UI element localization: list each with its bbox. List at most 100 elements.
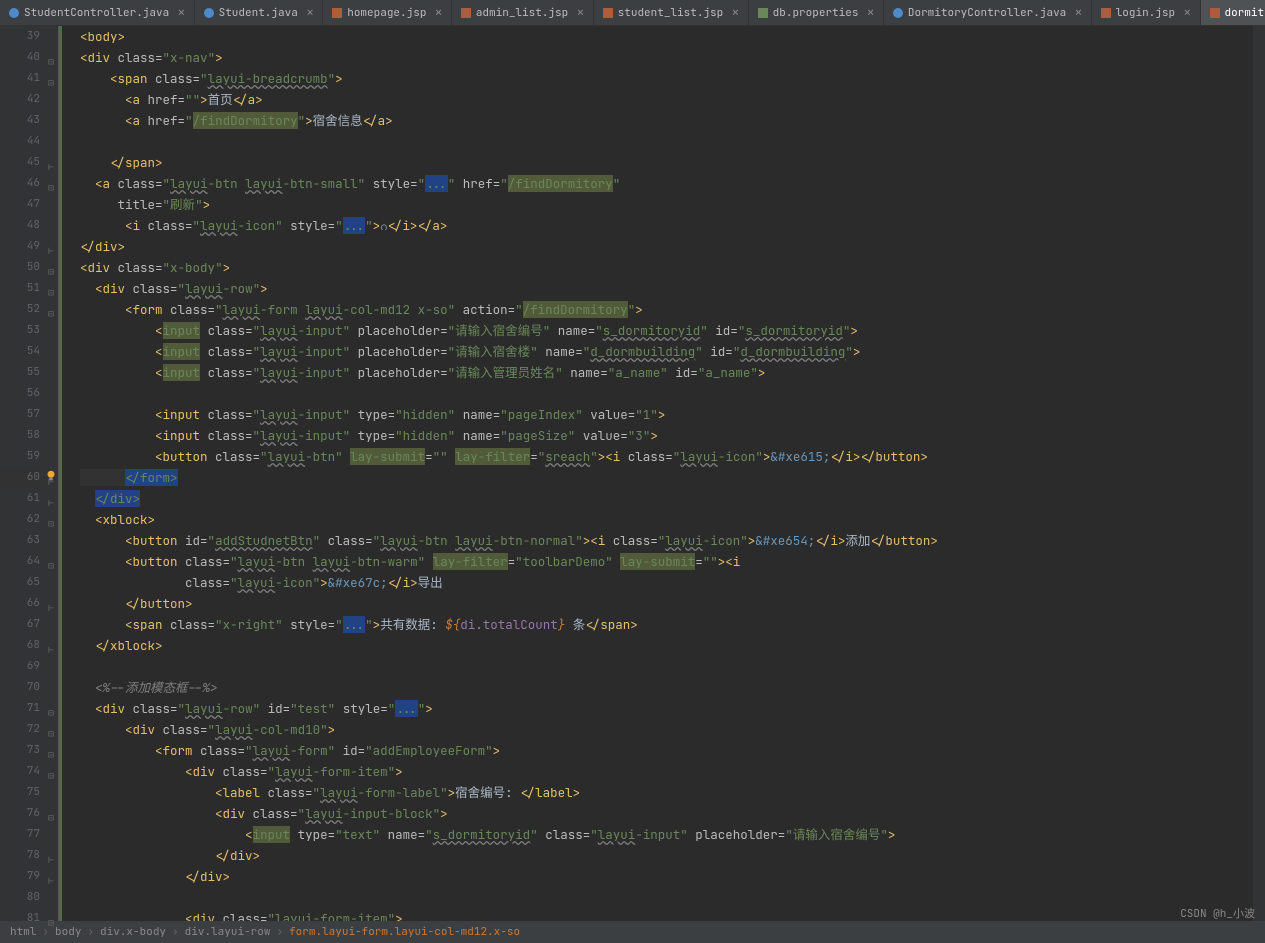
line-gutter: 39 40⊟ 41⊟ 42 43 44 45⊢ 46⊟ 47 48 49⊢ 50… <box>0 26 58 921</box>
line-number: 69 <box>0 656 40 677</box>
intention-bulb-icon[interactable] <box>44 469 58 483</box>
watermark-text: CSDN @h_小波 <box>1180 905 1255 921</box>
tab-label: admin_list.jsp <box>476 6 568 20</box>
close-icon[interactable]: × <box>306 4 314 22</box>
breadcrumb-item[interactable]: body <box>55 925 81 939</box>
tab-admin-list[interactable]: admin_list.jsp × <box>452 0 594 25</box>
fold-icon[interactable]: ⊢ <box>44 156 54 166</box>
fold-icon[interactable]: ⊟ <box>44 912 54 922</box>
tab-label: student_list.jsp <box>618 6 724 20</box>
line-number: 41⊟ <box>0 68 40 89</box>
marker-strip[interactable] <box>1253 26 1265 921</box>
line-number: 64⊟ <box>0 551 40 572</box>
fold-icon[interactable]: ⊟ <box>44 765 54 775</box>
line-number: 75 <box>0 782 40 803</box>
line-number: 56 <box>0 383 40 404</box>
fold-icon[interactable]: ⊟ <box>44 261 54 271</box>
fold-icon[interactable]: ⊟ <box>44 513 54 523</box>
line-number: 68⊢ <box>0 635 40 656</box>
line-number: 47 <box>0 194 40 215</box>
breadcrumb-item-active[interactable]: form.layui-form.layui-col-md12.x-so <box>289 925 520 939</box>
close-icon[interactable]: × <box>1183 4 1191 22</box>
tab-student-list[interactable]: student_list.jsp × <box>594 0 749 25</box>
tab-student-controller[interactable]: StudentController.java × <box>0 0 195 25</box>
line-number: 58 <box>0 425 40 446</box>
close-icon[interactable]: × <box>866 4 874 22</box>
tab-label: login.jsp <box>1116 6 1175 20</box>
fold-icon[interactable]: ⊟ <box>44 72 54 82</box>
tab-label: homepage.jsp <box>347 6 426 20</box>
close-icon[interactable]: × <box>1074 4 1082 22</box>
tab-label: dormitory_list.jsp <box>1225 6 1265 20</box>
fold-icon[interactable]: ⊢ <box>44 597 54 607</box>
fold-icon[interactable]: ⊟ <box>44 303 54 313</box>
line-number: 80 <box>0 887 40 908</box>
line-number: 51⊟ <box>0 278 40 299</box>
line-number: 42 <box>0 89 40 110</box>
line-number: 57 <box>0 404 40 425</box>
fold-icon[interactable]: ⊢ <box>44 849 54 859</box>
line-number: 50⊟ <box>0 257 40 278</box>
line-number: 44 <box>0 131 40 152</box>
line-number: 45⊢ <box>0 152 40 173</box>
line-number: 40⊟ <box>0 47 40 68</box>
line-number: 46⊟ <box>0 173 40 194</box>
editor-tabs: StudentController.java × Student.java × ho… <box>0 0 1265 26</box>
fold-icon[interactable]: ⊟ <box>44 723 54 733</box>
line-number: 74⊟ <box>0 761 40 782</box>
tab-student[interactable]: Student.java × <box>195 0 324 25</box>
fold-icon[interactable]: ⊟ <box>44 807 54 817</box>
tab-db-properties[interactable]: db.properties × <box>749 0 884 25</box>
close-icon[interactable]: × <box>434 4 442 22</box>
line-number: 61⊢ <box>0 488 40 509</box>
line-number: 73⊟ <box>0 740 40 761</box>
line-number: 53 <box>0 320 40 341</box>
line-number: 55 <box>0 362 40 383</box>
line-number: 66⊢ <box>0 593 40 614</box>
breadcrumb-item[interactable]: div.layui-row <box>185 925 271 939</box>
close-icon[interactable]: × <box>731 4 739 22</box>
code-editor[interactable]: <body> <div class="x-nav"> <span class="… <box>59 26 1265 921</box>
close-icon[interactable]: × <box>576 4 584 22</box>
line-number: 52⊟ <box>0 299 40 320</box>
tab-dormitory-list[interactable]: dormitory_list.jsp× <box>1201 0 1265 25</box>
line-number: 79⊢ <box>0 866 40 887</box>
fold-icon[interactable]: ⊢ <box>44 492 54 502</box>
tab-label: StudentController.java <box>24 6 169 20</box>
line-number: 48 <box>0 215 40 236</box>
line-number: 70 <box>0 677 40 698</box>
line-number: 78⊢ <box>0 845 40 866</box>
fold-icon[interactable]: ⊟ <box>44 702 54 712</box>
line-number: 49⊢ <box>0 236 40 257</box>
fold-icon[interactable]: ⊟ <box>44 51 54 61</box>
fold-icon[interactable]: ⊢ <box>44 240 54 250</box>
line-number: 81⊟ <box>0 908 40 929</box>
line-number: 65 <box>0 572 40 593</box>
tab-label: Student.java <box>219 6 298 20</box>
breadcrumb-bar: html› body› div.x-body› div.layui-row› f… <box>0 921 1265 943</box>
line-number: 62⊟ <box>0 509 40 530</box>
editor-area: 39 40⊟ 41⊟ 42 43 44 45⊢ 46⊟ 47 48 49⊢ 50… <box>0 26 1265 921</box>
fold-icon[interactable]: ⊟ <box>44 555 54 565</box>
fold-icon[interactable]: ⊟ <box>44 177 54 187</box>
line-number: 59 <box>0 446 40 467</box>
breadcrumb-item[interactable]: div.x-body <box>100 925 166 939</box>
tab-homepage[interactable]: homepage.jsp × <box>323 0 452 25</box>
tab-label: db.properties <box>773 6 859 20</box>
fold-icon[interactable]: ⊢ <box>44 639 54 649</box>
line-number: 63 <box>0 530 40 551</box>
line-number: 77 <box>0 824 40 845</box>
fold-icon[interactable]: ⊟ <box>44 744 54 754</box>
tab-dormitory-controller[interactable]: DormitoryController.java × <box>884 0 1092 25</box>
fold-icon[interactable]: ⊢ <box>44 870 54 880</box>
line-number: 67 <box>0 614 40 635</box>
line-number: 76⊟ <box>0 803 40 824</box>
tab-label: DormitoryController.java <box>908 6 1066 20</box>
line-number: 39 <box>0 26 40 47</box>
tab-login[interactable]: login.jsp × <box>1092 0 1201 25</box>
line-number: 60⊢ <box>0 467 40 488</box>
fold-icon[interactable]: ⊟ <box>44 282 54 292</box>
line-number: 43 <box>0 110 40 131</box>
close-icon[interactable]: × <box>177 4 185 22</box>
line-number: 71⊟ <box>0 698 40 719</box>
